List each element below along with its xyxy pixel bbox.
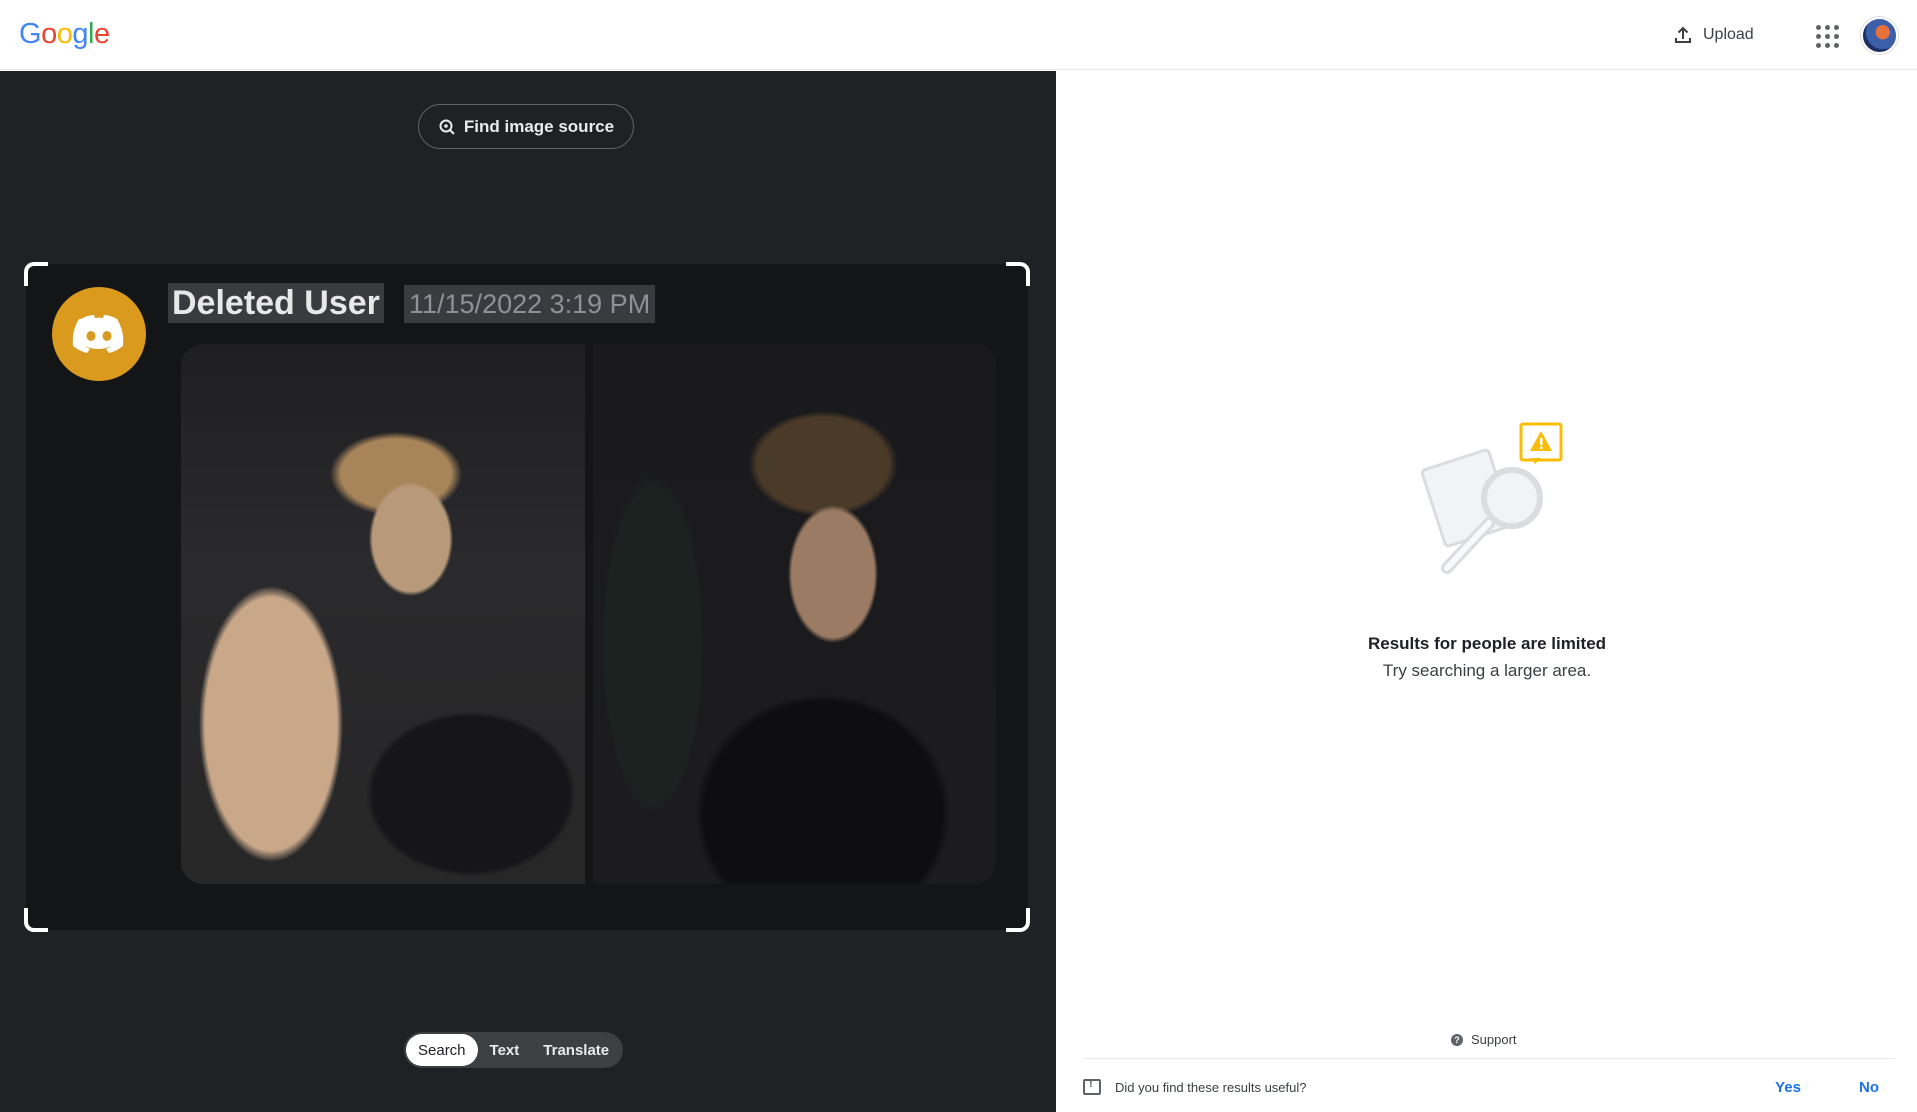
discord-avatar xyxy=(52,287,146,381)
mode-translate-button[interactable]: Translate xyxy=(531,1034,621,1066)
feedback-icon xyxy=(1083,1078,1101,1095)
message-timestamp: 11/15/2022 3:19 PM xyxy=(404,285,656,323)
help-icon: ? xyxy=(1451,1033,1463,1046)
crop-handle-bottom-right[interactable] xyxy=(1006,908,1030,932)
attached-photo-1 xyxy=(181,344,585,884)
results-panel: Results for people are limited Try searc… xyxy=(1057,71,1917,1112)
top-bar: Google Upload xyxy=(0,0,1917,70)
upload-button[interactable]: Upload xyxy=(1673,22,1754,48)
mode-text-button[interactable]: Text xyxy=(478,1034,532,1066)
results-limited-subtitle: Try searching a larger area. xyxy=(1382,661,1592,680)
crop-handle-bottom-left[interactable] xyxy=(24,908,48,932)
google-logo[interactable]: Google xyxy=(19,18,110,51)
feedback-yes-button[interactable]: Yes xyxy=(1775,1079,1801,1096)
crop-handle-top-right[interactable] xyxy=(1006,262,1030,286)
upload-label: Upload xyxy=(1703,26,1754,43)
logo-letter: g xyxy=(72,18,88,50)
attached-photo-2 xyxy=(593,344,996,884)
find-image-source-button[interactable]: Find image source xyxy=(418,104,634,149)
logo-letter: e xyxy=(93,18,110,50)
message-username: Deleted User xyxy=(168,283,384,323)
divider xyxy=(1083,1058,1895,1059)
logo-letter: o xyxy=(56,18,73,50)
support-link[interactable]: ? Support xyxy=(1451,1032,1517,1047)
account-avatar[interactable] xyxy=(1861,17,1898,54)
lens-image-panel: Find image source Deleted User 11/15/202… xyxy=(0,71,1056,1112)
limited-results-illustration xyxy=(1420,422,1563,574)
feedback-bar: Did you find these results useful? Yes N… xyxy=(1083,1071,1895,1103)
lens-search-icon xyxy=(439,119,455,135)
support-label: Support xyxy=(1471,1032,1517,1047)
discord-logo-icon xyxy=(72,315,124,353)
feedback-no-button[interactable]: No xyxy=(1859,1079,1879,1096)
find-image-source-label: Find image source xyxy=(463,116,615,136)
feedback-question: Did you find these results useful? xyxy=(1115,1079,1307,1095)
crop-handle-top-left[interactable] xyxy=(24,262,48,286)
selection-area[interactable]: Deleted User 11/15/2022 3:19 PM xyxy=(24,262,1030,932)
mode-search-button[interactable]: Search xyxy=(406,1034,478,1066)
logo-letter: G xyxy=(19,18,42,50)
logo-letter: o xyxy=(41,18,57,50)
lens-mode-toggle: Search Text Translate xyxy=(404,1032,624,1068)
upload-icon xyxy=(1675,26,1691,43)
results-limited-title: Results for people are limited xyxy=(1367,634,1607,653)
apps-grid-icon[interactable] xyxy=(1812,21,1842,51)
